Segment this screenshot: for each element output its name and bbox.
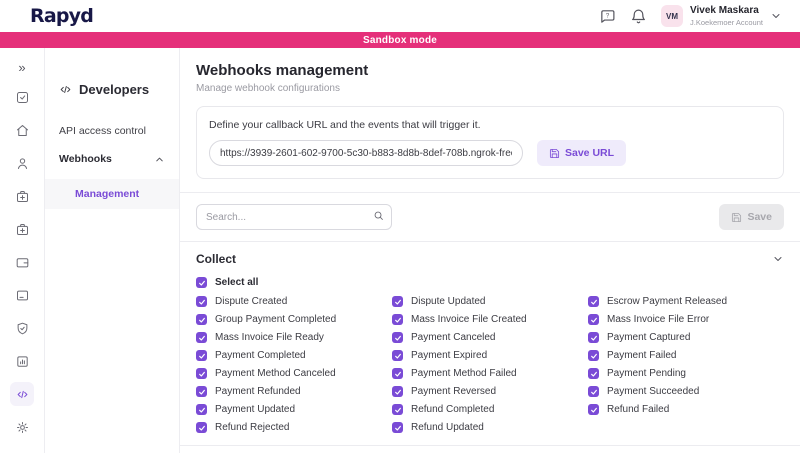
event-checkbox-item[interactable]: Mass Invoice File Ready (196, 332, 392, 343)
checkbox-checked-icon[interactable] (196, 404, 207, 415)
page-title: Webhooks management (196, 62, 784, 79)
event-checkbox-item[interactable]: Group Payment Completed (196, 314, 392, 325)
callback-description: Define your callback URL and the events … (209, 119, 771, 131)
checkbox-checked-icon[interactable] (196, 296, 207, 307)
checkbox-checked-icon[interactable] (196, 386, 207, 397)
top-header: Rapyd ? VM Vivek Maskara J.Koekemoer Acc… (0, 0, 800, 32)
customers-icon[interactable] (10, 151, 34, 175)
checkbox-checked-icon[interactable] (196, 314, 207, 325)
checkbox-checked-icon[interactable] (588, 350, 599, 361)
event-checkbox-item[interactable]: Payment Canceled (392, 332, 588, 343)
expand-icon[interactable]: » (10, 58, 34, 76)
event-checkbox-item[interactable]: Payment Refunded (196, 386, 392, 397)
avatar: VM (661, 5, 683, 27)
checkbox-checked-icon[interactable] (392, 368, 403, 379)
event-checkbox-item[interactable]: Payment Reversed (392, 386, 588, 397)
checkbox-checked-icon[interactable] (196, 277, 207, 288)
search-icon (373, 210, 384, 221)
reports-icon[interactable] (10, 349, 34, 373)
checkbox-checked-icon[interactable] (196, 332, 207, 343)
checkbox-checked-icon[interactable] (392, 422, 403, 433)
settings-icon[interactable] (10, 415, 34, 439)
checkbox-checked-icon[interactable] (588, 314, 599, 325)
app-window: Rapyd ? VM Vivek Maskara J.Koekemoer Acc… (0, 0, 800, 453)
checkbox-checked-icon[interactable] (392, 332, 403, 343)
checkbox-checked-icon[interactable] (392, 386, 403, 397)
user-name: Vivek Maskara (690, 5, 763, 18)
svg-text:?: ? (606, 12, 610, 19)
code-icon (59, 83, 72, 96)
checkbox-checked-icon[interactable] (588, 332, 599, 343)
events-grid: Dispute CreatedDispute UpdatedEscrow Pay… (180, 296, 800, 433)
checkbox-checked-icon[interactable] (196, 350, 207, 361)
checkbox-checked-icon[interactable] (392, 350, 403, 361)
event-checkbox-item[interactable]: Payment Pending (588, 368, 784, 379)
main-content: Webhooks management Manage webhook confi… (180, 48, 800, 453)
event-checkbox-item[interactable]: Escrow Payment Released (588, 296, 784, 307)
payouts-icon[interactable] (10, 217, 34, 241)
sidebar-item-api-access-control[interactable]: API access control (45, 117, 179, 145)
checkbox-checked-icon[interactable] (392, 296, 403, 307)
checkbox-checked-icon[interactable] (196, 368, 207, 379)
event-checkbox-item[interactable]: Refund Failed (588, 404, 784, 415)
save-icon (731, 212, 742, 223)
sidebar-title-label: Developers (79, 82, 149, 97)
wallet-icon[interactable] (10, 250, 34, 274)
checkbox-checked-icon[interactable] (392, 314, 403, 325)
sidebar-item-management[interactable]: Management (45, 179, 179, 209)
save-icon (549, 148, 560, 159)
event-checkbox-item[interactable]: Payment Succeeded (588, 386, 784, 397)
event-checkbox-item[interactable]: Mass Invoice File Created (392, 314, 588, 325)
event-checkbox-item[interactable]: Payment Method Canceled (196, 368, 392, 379)
checkbox-checked-icon[interactable] (588, 386, 599, 397)
icon-rail: » (0, 48, 45, 453)
page-subtitle: Manage webhook configurations (196, 83, 784, 94)
checkbox-checked-icon[interactable] (588, 368, 599, 379)
event-checkbox-item[interactable]: Refund Rejected (196, 422, 392, 433)
section-collect-label: Collect (196, 252, 236, 266)
chevron-up-icon (154, 154, 165, 165)
event-checkbox-item[interactable]: Refund Updated (392, 422, 588, 433)
events-toolbar: Save (180, 193, 800, 241)
sidebar-title: Developers (45, 82, 179, 97)
tasks-icon[interactable] (10, 85, 34, 109)
event-checkbox-item[interactable]: Payment Expired (392, 350, 588, 361)
card-terminal-icon[interactable] (10, 283, 34, 307)
help-chat-icon[interactable]: ? (599, 8, 616, 25)
event-checkbox-item[interactable]: Mass Invoice File Error (588, 314, 784, 325)
sandbox-mode-banner: Sandbox mode (0, 32, 800, 48)
account-menu[interactable]: VM Vivek Maskara J.Koekemoer Account (661, 5, 782, 27)
disputes-icon[interactable] (10, 316, 34, 340)
notifications-bell-icon[interactable] (630, 8, 647, 25)
rapyd-logo: Rapyd (30, 5, 93, 27)
section-customers[interactable]: Customers (180, 445, 800, 453)
save-button[interactable]: Save (719, 204, 784, 230)
checkbox-checked-icon[interactable] (392, 404, 403, 415)
search-input[interactable] (196, 204, 392, 230)
checkbox-checked-icon[interactable] (588, 296, 599, 307)
developers-sidebar: Developers API access control Webhooks M… (45, 48, 180, 453)
checkbox-checked-icon[interactable] (588, 404, 599, 415)
event-checkbox-item[interactable]: Payment Completed (196, 350, 392, 361)
chevron-down-icon (772, 253, 784, 265)
select-all-checkbox[interactable]: Select all (180, 275, 800, 296)
sidebar-item-webhooks[interactable]: Webhooks (45, 145, 179, 173)
event-checkbox-item[interactable]: Payment Updated (196, 404, 392, 415)
section-collect[interactable]: Collect (180, 241, 800, 275)
user-account: J.Koekemoer Account (690, 18, 763, 27)
checkbox-checked-icon[interactable] (196, 422, 207, 433)
event-checkbox-item[interactable]: Dispute Updated (392, 296, 588, 307)
event-checkbox-item[interactable]: Refund Completed (392, 404, 588, 415)
event-checkbox-item[interactable]: Dispute Created (196, 296, 392, 307)
home-icon[interactable] (10, 118, 34, 142)
event-checkbox-item[interactable]: Payment Failed (588, 350, 784, 361)
callback-url-input[interactable] (209, 140, 523, 166)
chevron-down-icon (770, 10, 782, 22)
event-checkbox-item[interactable]: Payment Captured (588, 332, 784, 343)
payins-icon[interactable] (10, 184, 34, 208)
event-checkbox-item[interactable]: Payment Method Failed (392, 368, 588, 379)
save-url-button[interactable]: Save URL (537, 140, 626, 166)
callback-url-card: Define your callback URL and the events … (196, 106, 784, 179)
developers-icon[interactable] (10, 382, 34, 406)
